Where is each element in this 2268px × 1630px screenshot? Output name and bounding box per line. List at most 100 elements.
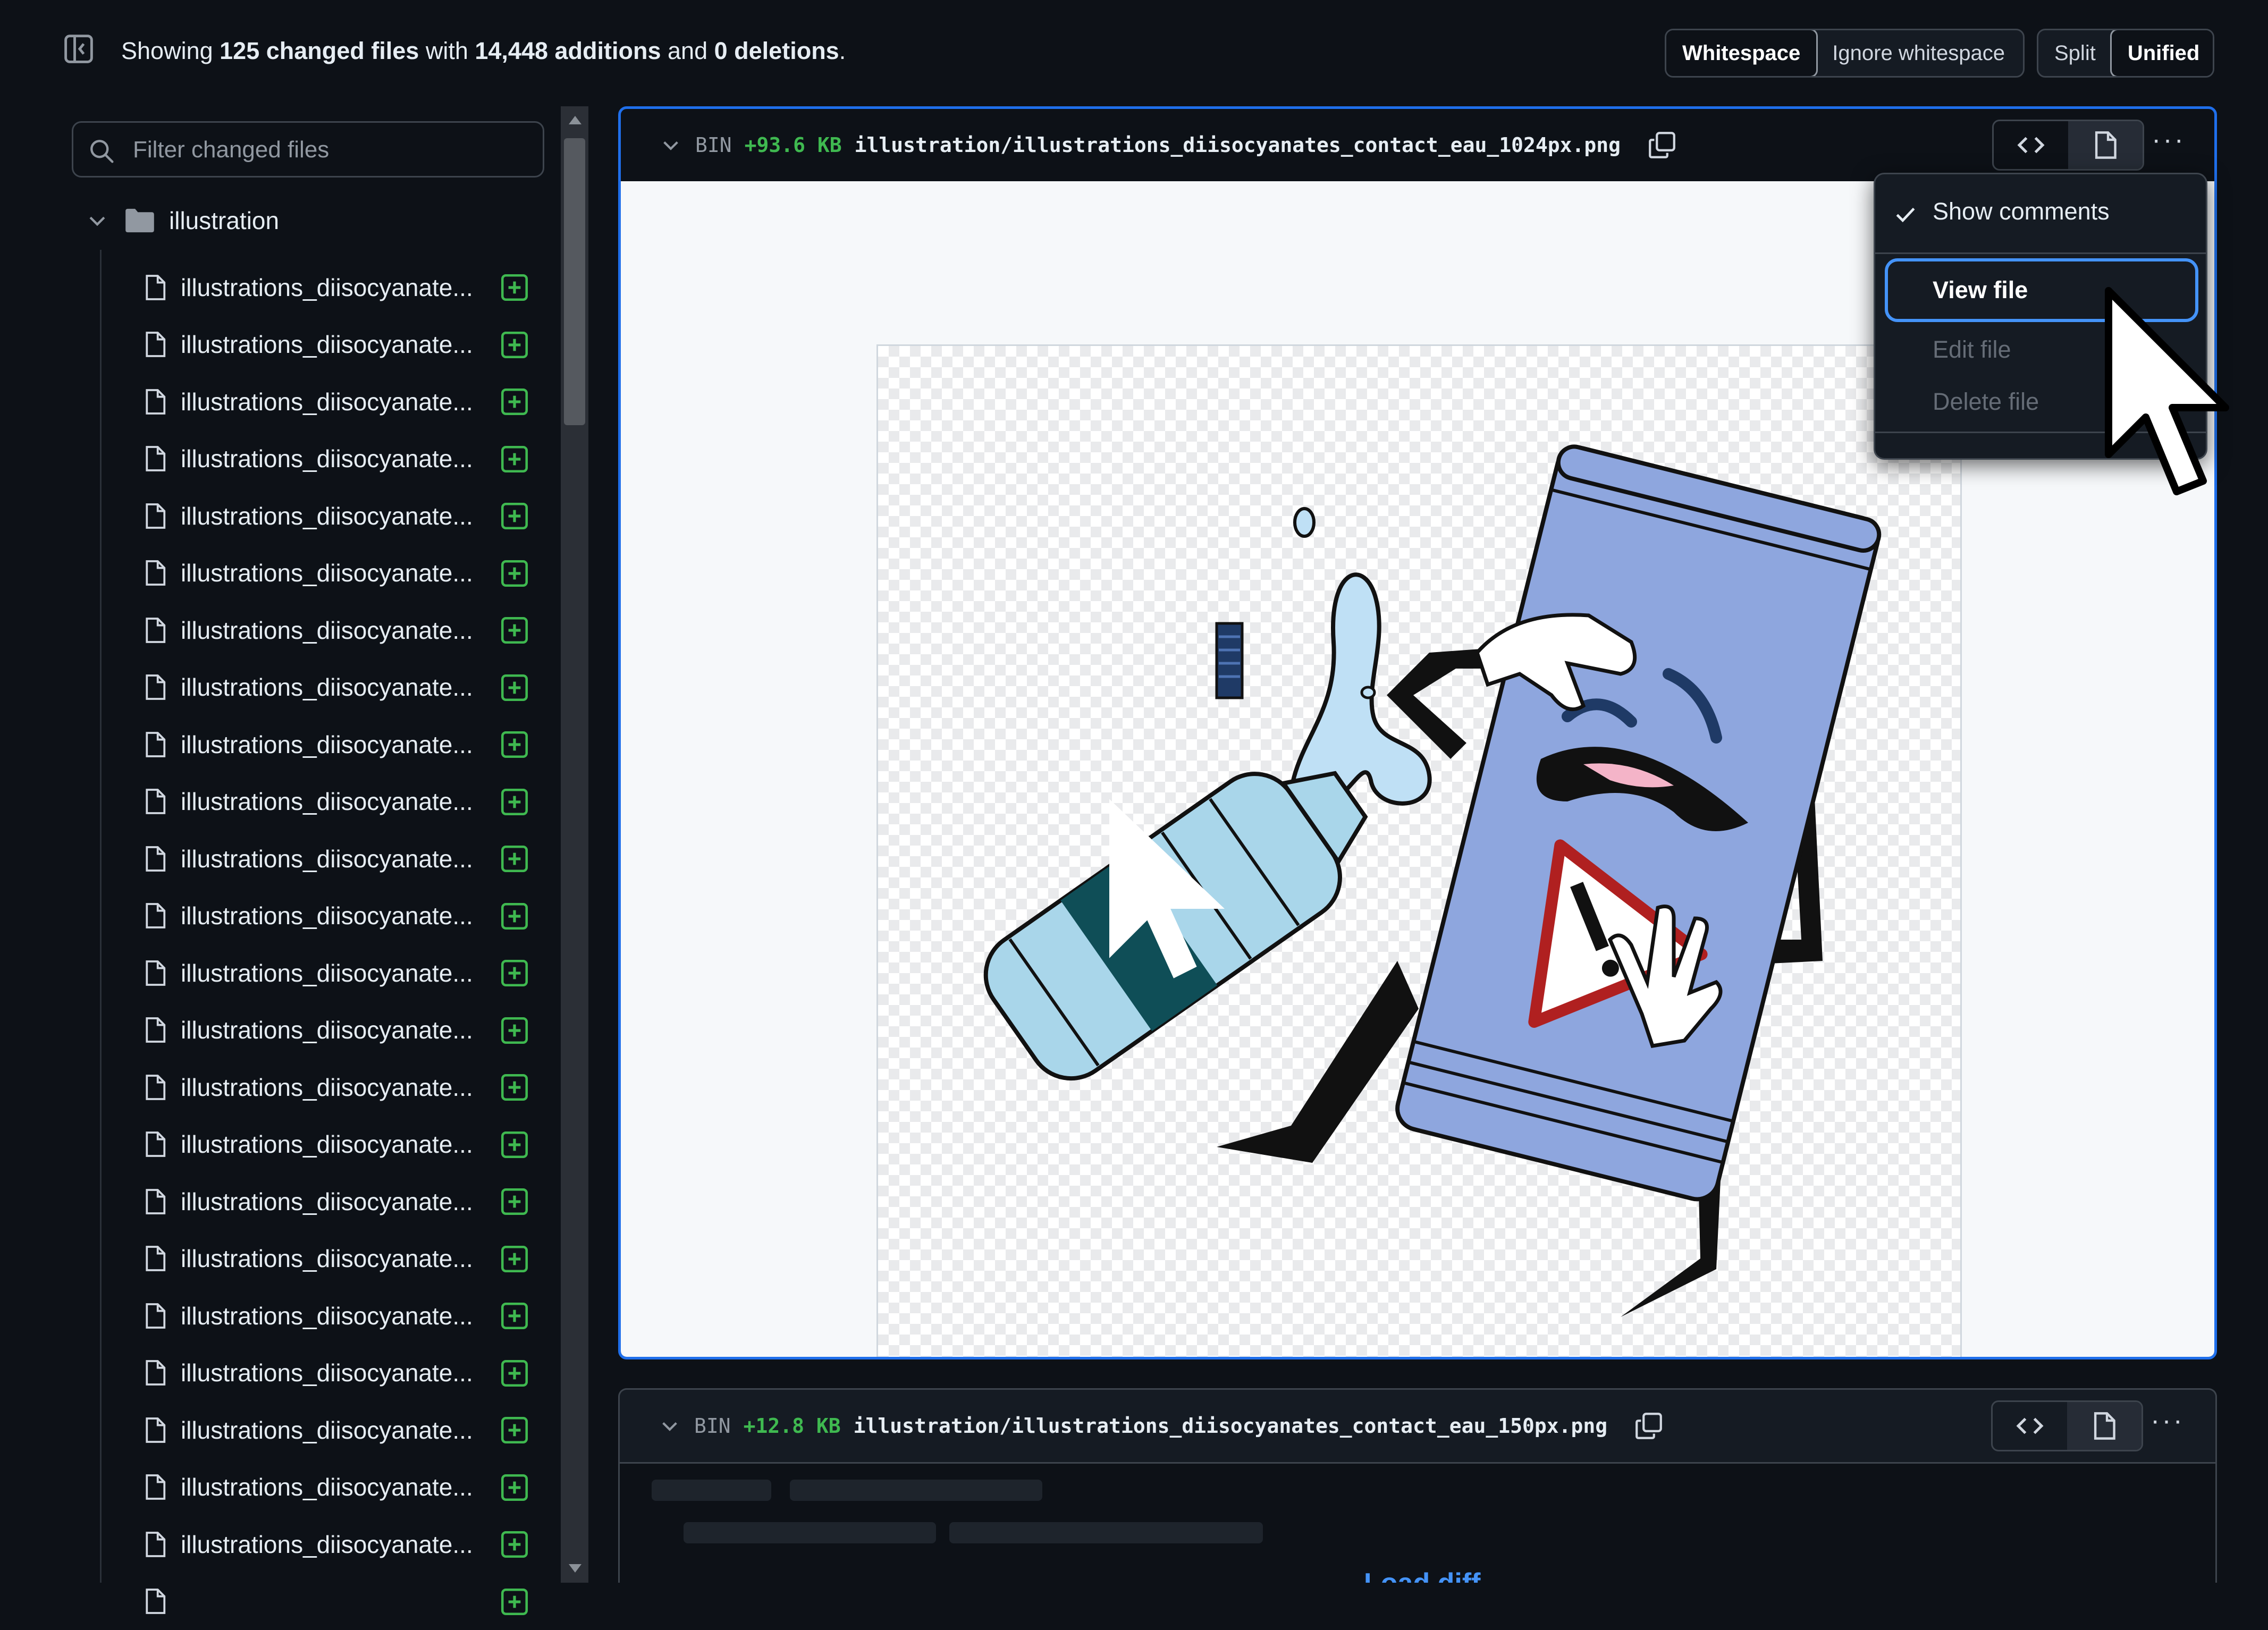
file-tree-item-name: illustrations_diisocyanate...: [181, 1244, 478, 1273]
copy-icon[interactable]: [1635, 1412, 1663, 1440]
code-icon: [2017, 131, 2045, 159]
file-tree-item[interactable]: illustrations_diisocyanate...: [144, 1059, 537, 1116]
file-tree-item-name: illustrations_diisocyanate...: [181, 673, 478, 702]
show-comments-menu-item[interactable]: Show comments: [1875, 185, 2206, 238]
filter-changed-files: [72, 121, 544, 178]
file-tree-item[interactable]: illustrations_diisocyanate...: [144, 1401, 537, 1459]
kebab-horizontal-icon[interactable]: ···: [2151, 1405, 2185, 1437]
whitespace-button[interactable]: Whitespace: [1665, 29, 1818, 78]
file-icon: [2091, 1412, 2118, 1440]
file-tree-item-name: illustrations_diisocyanate...: [181, 959, 478, 987]
chevron-down-icon[interactable]: [658, 1414, 681, 1438]
file-icon: [144, 901, 167, 930]
file-icon: [144, 959, 167, 987]
file-tree-item[interactable]: illustrations_diisocyanate...: [144, 316, 537, 374]
diff-display-toggle: [1991, 1400, 2143, 1451]
file-icon: [144, 1587, 167, 1616]
file-tree-item[interactable]: illustrations_diisocyanate...: [144, 1116, 537, 1173]
file-tree-item-name: illustrations_diisocyanate...: [181, 844, 478, 873]
changed-files-count: 125 changed files: [220, 37, 419, 64]
file-tree-item[interactable]: illustrations_diisocyanate...: [144, 1002, 537, 1059]
file-tree-item-name: illustrations_diisocyanate...: [181, 444, 478, 473]
chevron-down-icon[interactable]: [659, 133, 682, 157]
diff-added-icon: [501, 845, 528, 873]
chevron-down-icon[interactable]: [85, 208, 109, 233]
file-icon: [144, 1073, 167, 1102]
file-icon: [144, 1473, 167, 1501]
file-tree-item[interactable]: illustrations_diisocyanate...: [144, 259, 537, 316]
tree-folder-illustration[interactable]: illustration: [85, 202, 279, 239]
search-icon: [88, 138, 115, 164]
file-type-badge: BIN: [694, 1414, 731, 1438]
source-diff-button[interactable]: [1994, 121, 2068, 169]
diff-added-icon: [501, 502, 528, 530]
file-tree-item-name: illustrations_diisocyanate...: [181, 502, 478, 530]
load-diff-link[interactable]: Load diff: [1364, 1567, 1481, 1583]
file-icon: [144, 1187, 167, 1216]
file-tree-item-name: illustrations_diisocyanate...: [181, 1187, 478, 1216]
diff-added-icon: [501, 1474, 528, 1501]
file-icon: [144, 844, 167, 873]
diff-added-icon: [501, 788, 528, 816]
file-tree-item-name: illustrations_diisocyanate...: [181, 1358, 478, 1387]
file-tree-item[interactable]: illustrations_diisocyanate...: [144, 944, 537, 1002]
file-tree-item[interactable]: illustrations_diisocyanate...: [144, 1459, 537, 1516]
file-tree-item-name: illustrations_diisocyanate...: [181, 901, 478, 930]
scroll-down-arrow-icon[interactable]: [569, 1564, 581, 1573]
file-diff-header: BIN +93.6 KB illustration/illustrations_…: [621, 109, 2214, 181]
file-tree-item[interactable]: illustrations_diisocyanate...: [144, 373, 537, 430]
file-tree-item-name: illustrations_diisocyanate...: [181, 616, 478, 645]
file-tree-item-name: illustrations_diisocyanate...: [181, 1073, 478, 1102]
diff-display-toggle: [1992, 120, 2144, 171]
diff-summary: Showing 125 changed files with 14,448 ad…: [121, 37, 846, 65]
file-icon: [2092, 131, 2119, 159]
file-diff-header: BIN +12.8 KB illustration/illustrations_…: [620, 1390, 2215, 1462]
file-tree-item[interactable]: illustrations_diisocyanate...: [144, 487, 537, 545]
diff-loading-placeholder: Load diff: [620, 1462, 2215, 1583]
file-tree-item[interactable]: illustrations_diisocyanate...: [144, 1230, 537, 1288]
diff-added-icon: [501, 1245, 528, 1273]
file-tree-item[interactable]: illustrations_diisocyanate...: [144, 430, 537, 488]
diff-added-icon: [501, 1416, 528, 1444]
unified-view-button[interactable]: Unified: [2110, 29, 2214, 78]
split-view-button[interactable]: Split: [2038, 30, 2112, 76]
diff-added-icon: [501, 1302, 528, 1330]
file-icon: [144, 1302, 167, 1330]
file-path[interactable]: illustration/illustrations_diisocyanates…: [854, 1414, 1607, 1438]
diff-added-icon: [501, 445, 528, 473]
file-path[interactable]: illustration/illustrations_diisocyanates…: [855, 133, 1621, 157]
source-diff-button[interactable]: [1993, 1402, 2067, 1450]
file-tree-item[interactable]: illustrations_diisocyanate...: [144, 773, 537, 831]
rich-diff-button[interactable]: [2068, 121, 2143, 169]
whitespace-segmented-control: Whitespace Ignore whitespace: [1665, 29, 2025, 78]
file-tree-item[interactable]: illustrations_diisocyanate...: [144, 1287, 537, 1345]
file-tree-item[interactable]: illustrations_diisocyanate...: [144, 602, 537, 659]
file-tree-item[interactable]: illustrations_diisocyanate...: [144, 716, 537, 773]
file-tree-item[interactable]: illustrations_diisocyanate...: [144, 1345, 537, 1402]
rich-diff-button[interactable]: [2067, 1402, 2141, 1450]
file-tree-item[interactable]: [144, 1573, 537, 1630]
summary-suffix: .: [839, 37, 846, 64]
file-tree-item[interactable]: illustrations_diisocyanate...: [144, 888, 537, 945]
file-tree-item[interactable]: illustrations_diisocyanate...: [144, 545, 537, 602]
copy-icon[interactable]: [1648, 131, 1676, 159]
edit-file-label: Edit file: [1933, 336, 2011, 364]
additions-count: 14,448 additions: [475, 37, 661, 64]
file-tree-item[interactable]: illustrations_diisocyanate...: [144, 1516, 537, 1573]
deletions-count: 0 deletions: [714, 37, 839, 64]
scroll-up-arrow-icon[interactable]: [569, 116, 581, 124]
file-tree-item-name: illustrations_diisocyanate...: [181, 330, 478, 359]
kebab-horizontal-icon[interactable]: ···: [2152, 124, 2186, 156]
file-icon: [144, 502, 167, 530]
file-tree-item[interactable]: illustrations_diisocyanate...: [144, 659, 537, 716]
ignore-whitespace-button[interactable]: Ignore whitespace: [1816, 30, 2021, 76]
file-tree-item[interactable]: illustrations_diisocyanate...: [144, 830, 537, 888]
file-icon: [144, 1358, 167, 1387]
scrollbar-thumb[interactable]: [564, 138, 585, 425]
sidebar-collapse-icon[interactable]: [63, 33, 95, 65]
diff-added-icon: [501, 1131, 528, 1159]
delete-file-label: Delete file: [1933, 388, 2039, 416]
diff-added-icon: [501, 331, 528, 359]
filter-input[interactable]: [132, 132, 527, 167]
file-tree-item[interactable]: illustrations_diisocyanate...: [144, 1173, 537, 1230]
